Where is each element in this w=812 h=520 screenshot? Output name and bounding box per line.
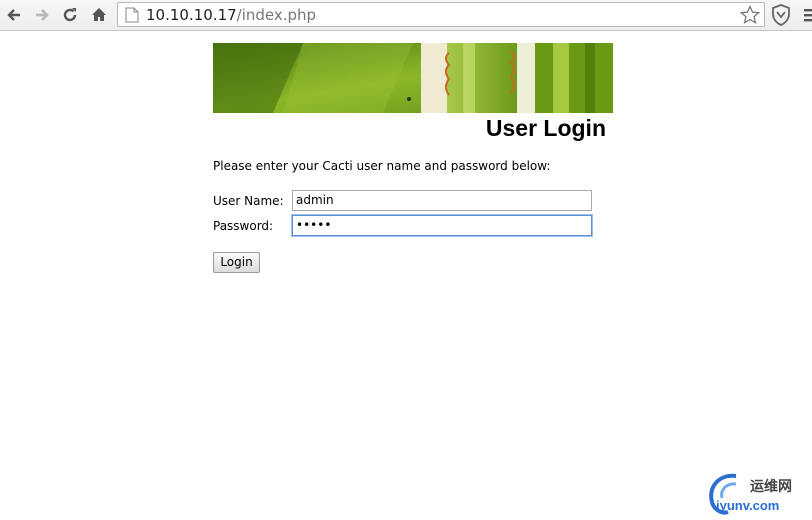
page-icon xyxy=(125,7,139,23)
forward-icon xyxy=(36,9,49,21)
password-field[interactable]: ••••• xyxy=(292,215,592,236)
watermark-logo: 运维网 iyunv.com xyxy=(706,470,810,516)
login-instructions: Please enter your Cacti user name and pa… xyxy=(213,159,551,173)
back-button[interactable] xyxy=(3,4,25,26)
url-text[interactable]: 10.10.10.17/index.php xyxy=(146,6,316,24)
browser-toolbar: 10.10.10.17/index.php xyxy=(0,0,812,31)
reload-button[interactable] xyxy=(59,4,81,26)
address-bar[interactable]: 10.10.10.17/index.php xyxy=(117,2,765,27)
login-button[interactable]: Login xyxy=(213,252,260,273)
reload-icon xyxy=(63,8,77,22)
url-path: /index.php xyxy=(236,6,317,24)
shield-icon[interactable] xyxy=(771,4,791,26)
page-title: User Login xyxy=(485,115,606,141)
watermark-cn: 运维网 xyxy=(750,479,792,495)
username-label: User Name: xyxy=(213,194,284,208)
home-icon xyxy=(92,8,106,21)
star-icon[interactable] xyxy=(740,5,760,25)
back-icon xyxy=(7,9,20,21)
forward-button[interactable] xyxy=(31,4,53,26)
watermark-en: iyunv.com xyxy=(716,498,780,513)
banner-image xyxy=(213,43,613,113)
home-button[interactable] xyxy=(88,4,110,26)
menu-icon[interactable] xyxy=(802,6,812,24)
url-host: 10.10.10.17 xyxy=(146,6,237,24)
password-label: Password: xyxy=(213,219,274,233)
username-field[interactable]: admin xyxy=(292,190,592,211)
